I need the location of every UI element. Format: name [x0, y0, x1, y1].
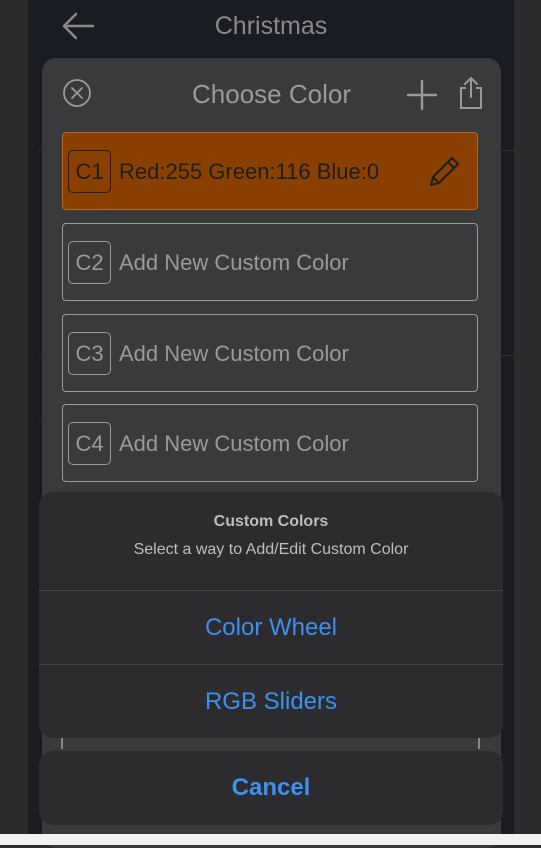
custom-color-c1[interactable]: C1 Red:255 Green:116 Blue:0: [62, 132, 478, 210]
custom-colors-action-sheet: Custom Colors Select a way to Add/Edit C…: [39, 492, 503, 738]
add-color-label: Add New Custom Color: [119, 341, 349, 366]
slot-badge: C2: [68, 241, 111, 284]
bottom-edge: [0, 834, 541, 845]
custom-color-c4[interactable]: C4 Add New Custom Color: [62, 404, 478, 482]
share-icon[interactable]: [457, 76, 485, 110]
top-bar: Christmas: [28, 0, 514, 56]
slot-badge: C1: [68, 150, 111, 193]
divider: [61, 738, 63, 749]
rgb-sliders-button[interactable]: RGB Sliders: [39, 665, 503, 738]
add-color-label: Add New Custom Color: [119, 431, 349, 456]
add-color-label: Add New Custom Color: [119, 250, 349, 275]
page-title: Christmas: [214, 12, 328, 40]
action-sheet-title: Custom Colors: [213, 513, 329, 530]
color-wheel-button[interactable]: Color Wheel: [39, 591, 503, 665]
custom-color-c2[interactable]: C2 Add New Custom Color: [62, 223, 478, 301]
custom-color-c3[interactable]: C3 Add New Custom Color: [62, 314, 478, 392]
slot-badge: C3: [68, 332, 111, 375]
slot-badge: C4: [68, 422, 111, 465]
cancel-button[interactable]: Cancel: [39, 751, 503, 825]
action-sheet-subtitle: Select a way to Add/Edit Custom Color: [133, 541, 409, 558]
divider: [478, 738, 480, 749]
action-sheet-header: Custom Colors Select a way to Add/Edit C…: [39, 492, 503, 591]
plus-icon[interactable]: [405, 78, 439, 112]
pencil-icon[interactable]: [425, 153, 463, 191]
color-values: Red:255 Green:116 Blue:0: [119, 159, 380, 184]
